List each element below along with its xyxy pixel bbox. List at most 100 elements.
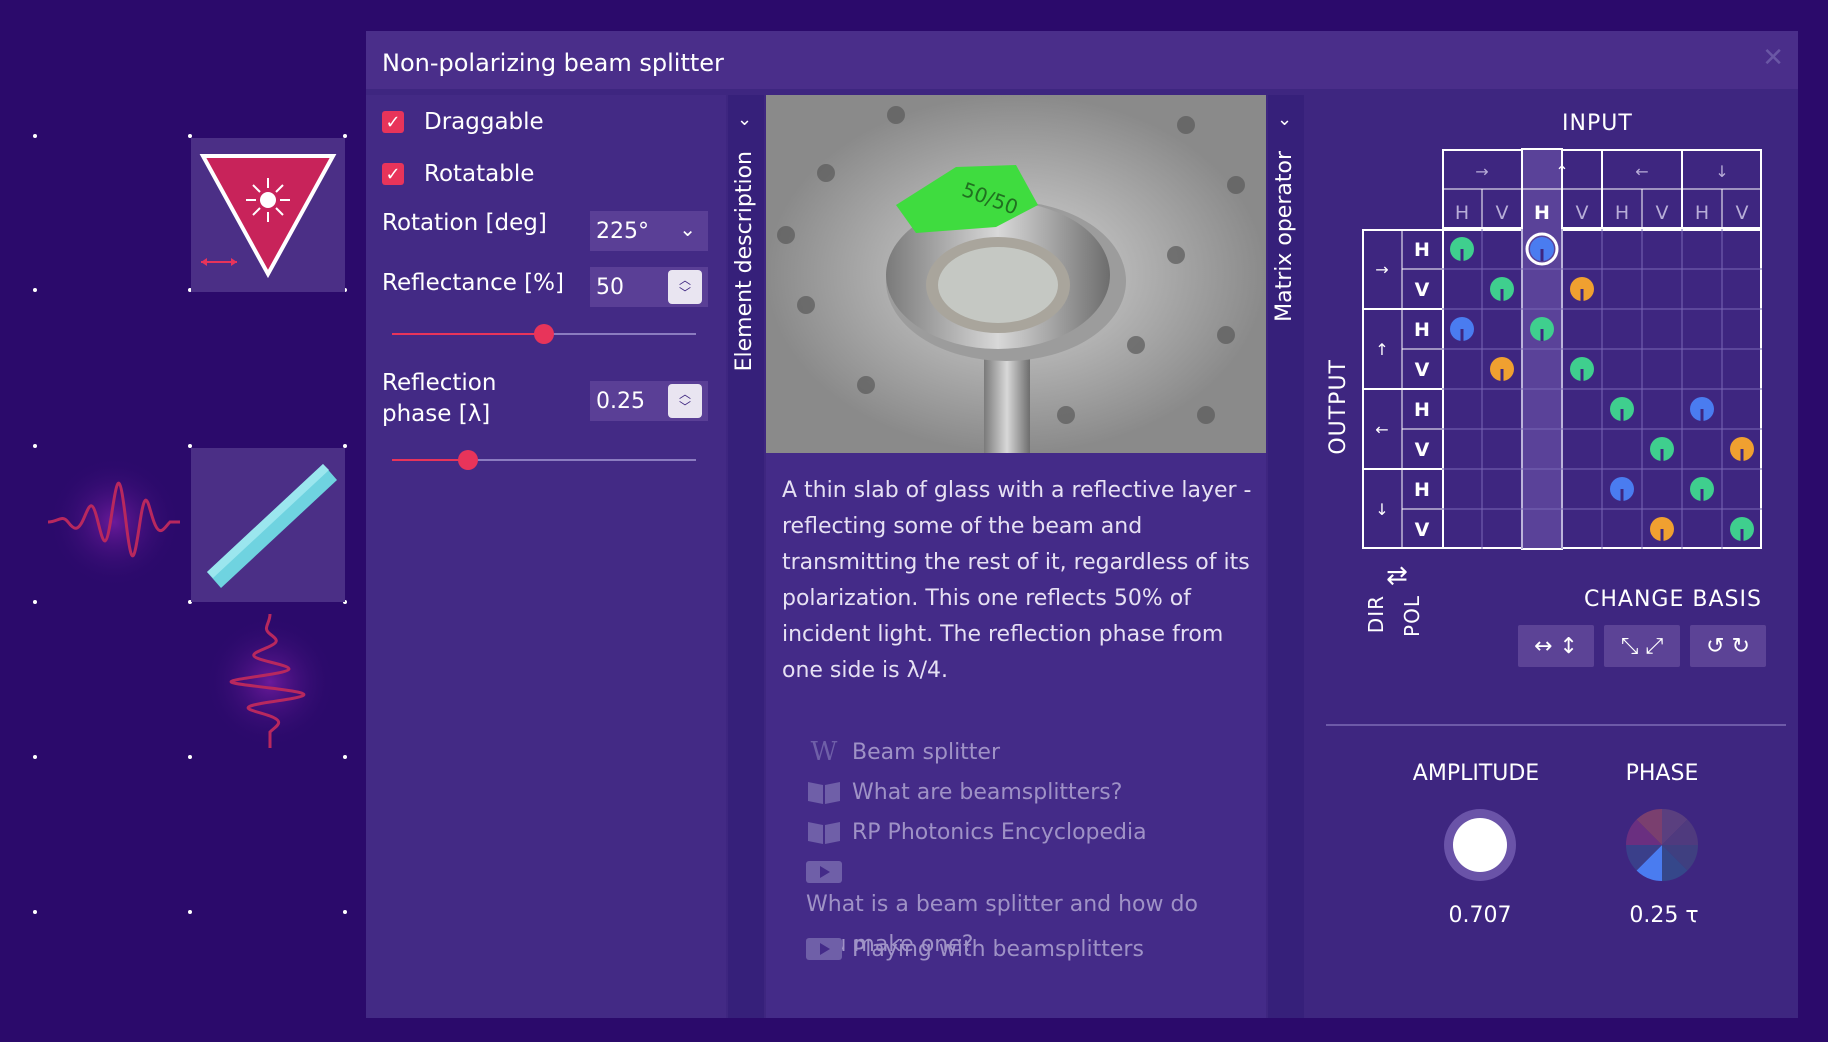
reflectance-slider[interactable] <box>392 324 696 344</box>
horizontal-vertical-arrows-icon: ↔ ↕ <box>1534 633 1578 659</box>
output-direction-label: → <box>1375 260 1388 279</box>
input-direction-label: ← <box>1635 162 1648 181</box>
book-icon <box>806 779 842 805</box>
phase-value: 0.25 <box>596 388 645 414</box>
phase-input[interactable]: 0.25 ︿ ﹀ <box>590 381 708 421</box>
reflectance-label: Reflectance [%] <box>382 270 564 296</box>
draggable-checkbox-row[interactable]: ✓ Draggable <box>382 109 544 135</box>
beam-splitter-tile[interactable] <box>191 448 345 602</box>
close-icon[interactable]: ✕ <box>1762 43 1784 73</box>
draggable-checkbox[interactable]: ✓ <box>382 111 404 133</box>
laser-tile[interactable] <box>191 138 345 292</box>
input-polarization-label: H <box>1615 202 1629 224</box>
input-polarization-label: V <box>1576 202 1589 224</box>
input-polarization-label: V <box>1656 202 1669 224</box>
grid-dot <box>33 755 37 759</box>
phase-label-line1: Reflection <box>382 370 497 396</box>
element-description-text: A thin slab of glass with a reflective l… <box>782 478 1252 683</box>
basis-button-horizontal-vertical[interactable]: ↔ ↕ <box>1518 625 1594 667</box>
book-icon <box>806 819 842 845</box>
link-playing-with-beamsplitters[interactable]: Playing with beamsplitters <box>806 936 1144 962</box>
grid-dot <box>33 134 37 138</box>
settings-section: ✓ Draggable ✓ Rotatable Rotation [deg] 2… <box>366 95 726 1018</box>
grid-dot <box>343 755 347 759</box>
output-polarization-label: H <box>1414 479 1430 501</box>
output-polarization-label: H <box>1414 399 1430 421</box>
video-icon <box>806 859 842 885</box>
grid-dot <box>188 755 192 759</box>
reflectance-value: 50 <box>596 274 624 300</box>
element-panel: Non-polarizing beam splitter ✕ ✓ Draggab… <box>366 31 1798 1018</box>
link-rp-photonics[interactable]: RP Photonics Encyclopedia <box>806 819 1147 845</box>
input-direction-label: ↑ <box>1555 162 1568 181</box>
vertical-wave-icon <box>204 613 336 748</box>
panel-title: Non-polarizing beam splitter <box>382 49 724 77</box>
phase-slider-knob[interactable] <box>458 450 478 470</box>
link-what-are-beamsplitters[interactable]: What are beamsplitters? <box>806 779 1122 805</box>
output-direction-label: ↑ <box>1375 340 1388 359</box>
link-beam-splitter[interactable]: W Beam splitter <box>806 737 1001 767</box>
chevron-down-icon: ⌄ <box>679 217 696 241</box>
link-rp-photonics-label: RP Photonics Encyclopedia <box>852 819 1147 845</box>
dir-label: DIR <box>1364 595 1388 634</box>
output-polarization-label: H <box>1414 319 1430 341</box>
input-direction-label: ↓ <box>1715 162 1728 181</box>
rotatable-checkbox-row[interactable]: ✓ Rotatable <box>382 161 534 187</box>
phase-label-line2: phase [λ] <box>382 401 491 427</box>
draggable-label: Draggable <box>424 109 544 135</box>
input-polarization-label: H <box>1534 202 1550 224</box>
panel-titlebar: Non-polarizing beam splitter ✕ <box>366 31 1798 89</box>
tab-element-description[interactable]: ⌄ Element description <box>728 95 764 1018</box>
input-polarization-label: V <box>1496 202 1509 224</box>
experiment-board[interactable] <box>0 0 370 1042</box>
link-beam-splitter-label: Beam splitter <box>852 739 1001 765</box>
rotation-select[interactable]: 225° ⌄ <box>590 211 708 251</box>
tab-matrix-operator[interactable]: ⌄ Matrix operator <box>1268 95 1304 1018</box>
rotation-value: 225° <box>596 218 649 244</box>
element-description-section: 50/50 A thin slab of glass with a reflec… <box>766 95 1266 1018</box>
rotation-label: Rotation [deg] <box>382 210 547 236</box>
chevron-down-icon: ⌄ <box>1277 109 1293 130</box>
input-direction-label: → <box>1475 162 1488 181</box>
grid-dot <box>33 910 37 914</box>
phase-value: 0.25 τ <box>1629 903 1699 928</box>
amplitude-circle-icon <box>1444 809 1516 881</box>
swap-arrows-icon[interactable]: ⇄ <box>1386 561 1408 591</box>
rotatable-checkbox[interactable]: ✓ <box>382 163 404 185</box>
basis-button-circular[interactable]: ↺ ↻ <box>1690 625 1766 667</box>
grid-dot <box>33 600 37 604</box>
basis-button-diagonal[interactable]: ⤡ ⤢ <box>1604 625 1680 667</box>
reflectance-slider-fill <box>392 333 544 335</box>
output-polarization-label: V <box>1415 439 1430 461</box>
output-polarization-label: V <box>1415 359 1430 381</box>
phase-slider[interactable] <box>392 450 696 470</box>
amplitude-value: 0.707 <box>1448 903 1512 928</box>
laser-icon <box>199 154 337 279</box>
phase-wheel-icon <box>1626 809 1698 881</box>
output-direction-label: ↓ <box>1375 500 1388 519</box>
reflectance-slider-knob[interactable] <box>534 324 554 344</box>
reflectance-input[interactable]: 50 ︿ ﹀ <box>590 267 708 307</box>
phase-label: PHASE <box>1625 761 1699 786</box>
phase-stepper[interactable]: ︿ ﹀ <box>668 384 702 418</box>
output-direction-label: ← <box>1375 420 1388 439</box>
output-polarization-label: V <box>1415 279 1430 301</box>
circular-arrows-icon: ↺ ↻ <box>1706 633 1750 659</box>
chevron-down-icon: ⌄ <box>737 109 753 130</box>
diagonal-arrows-icon: ⤡ ⤢ <box>1620 633 1664 659</box>
beam-splitter-photo: 50/50 <box>766 95 1266 453</box>
input-polarization-label: V <box>1736 202 1749 224</box>
grid-dot <box>188 910 192 914</box>
tab-matrix-operator-label: Matrix operator <box>1272 151 1297 322</box>
matrix-cells: →→↑↑←←↓↓HHVVHHVVHHVVHHVV <box>1362 148 1762 550</box>
pol-label: POL <box>1400 595 1424 637</box>
horizontal-wave-icon <box>47 456 180 588</box>
rotatable-label: Rotatable <box>424 161 535 187</box>
input-polarization-label: H <box>1695 202 1709 224</box>
grid-dot <box>343 910 347 914</box>
input-polarization-label: H <box>1455 202 1469 224</box>
matrix-operator-section: INPUT OUTPUT → → ↑ ↑ ← ← ↓ ↓ H H V V H H V V H H V V H H V V DI… <box>1308 95 1798 1018</box>
reflectance-stepper[interactable]: ︿ ﹀ <box>668 270 702 304</box>
link-playing-with-beamsplitters-label: Playing with beamsplitters <box>852 936 1144 962</box>
phase-slider-fill <box>392 459 468 461</box>
